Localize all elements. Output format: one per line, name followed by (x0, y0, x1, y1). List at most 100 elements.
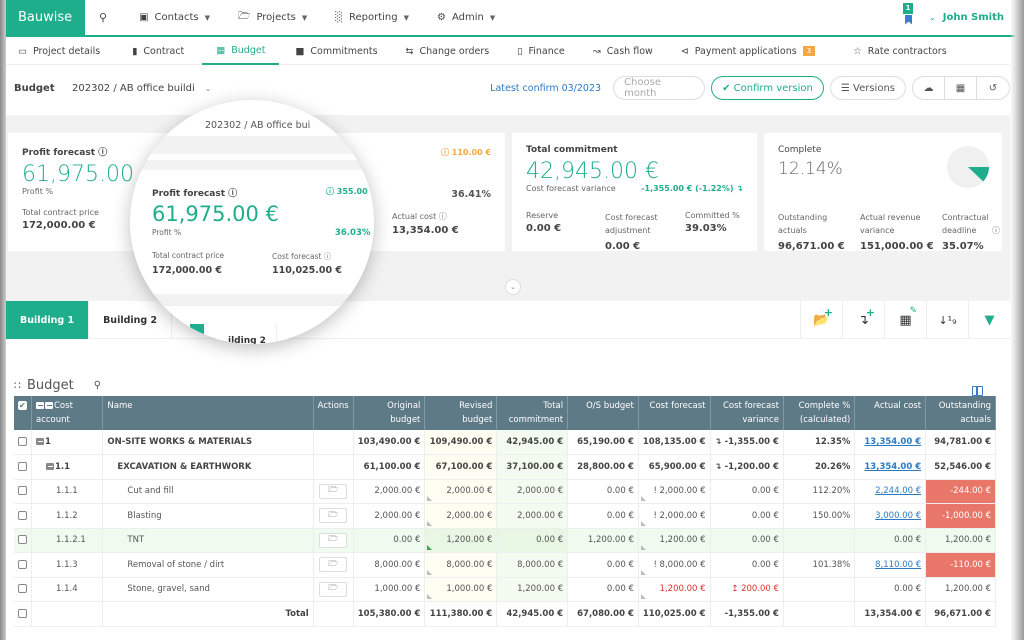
row-checkbox[interactable] (18, 486, 27, 496)
table-row[interactable]: 1.1.2 Blasting 🗁 2,000.00 € 2,000.00 € 2… (14, 503, 996, 529)
warning-icon: ⓘ (440, 148, 449, 157)
header-revised-budget[interactable]: Revised budget (424, 396, 498, 430)
table-total-row: Total 105,380.00 € 111,380.00 € 42,945.0… (14, 601, 996, 627)
latest-confirm-link[interactable]: Latest confirm 03/2023 (490, 83, 601, 94)
info-icon[interactable]: ⓘ (992, 226, 1000, 235)
add-row-button[interactable]: ↴ + (842, 301, 884, 339)
nav-contacts[interactable]: ▣ Contacts ▼ (139, 12, 210, 23)
actual-cost-link[interactable]: 8,110.00 € (875, 560, 921, 570)
sort-button[interactable]: ↓¹₉ (926, 301, 968, 339)
collapse-summary-button[interactable]: ⌄ (505, 279, 521, 295)
open-folder-button[interactable]: 🗁 (319, 508, 348, 524)
nav-projects[interactable]: 🗁 Projects ▼ (238, 9, 307, 26)
info-icon[interactable]: ⓘ (98, 148, 107, 158)
header-cost-account[interactable]: Cost account (31, 396, 104, 430)
table-row[interactable]: 1.1.3 Removal of stone / dirt 🗁 8,000.00… (14, 552, 996, 578)
info-icon[interactable]: ⓘ (439, 212, 447, 221)
open-folder-button[interactable]: 🗁 (319, 483, 348, 499)
search-icon[interactable]: ⚲ (94, 380, 101, 391)
nav-admin[interactable]: ⚙ Admin ▼ (437, 12, 495, 23)
row-checkbox[interactable] (18, 559, 27, 569)
grid-icon: ∷ (14, 379, 21, 392)
tab-change-orders[interactable]: ⇆ Change orders (394, 38, 502, 65)
history-icon[interactable]: ↺ (977, 76, 1009, 100)
table-row[interactable]: 1.1.2.1 TNT 🗁 0.00 € 1,200.00 € 0.00 € 1… (14, 528, 996, 553)
notification-badge: 1 (903, 2, 914, 14)
header-outstanding-actuals[interactable]: Outstanding actuals (925, 396, 996, 430)
row-checkbox[interactable] (18, 535, 27, 545)
caret-down-icon: ▼ (489, 13, 496, 22)
tab-cash-flow[interactable]: ↝ Cash flow (581, 38, 665, 65)
table-row[interactable]: 1.1.4 Stone, gravel, sand 🗁 1,000.00 € 1… (14, 577, 996, 602)
open-folder-button[interactable]: 🗁 (319, 581, 348, 597)
tab-budget[interactable]: ▦ Budget (202, 38, 280, 65)
brand-logo[interactable]: Bauwise (0, 0, 85, 35)
actual-cost-link[interactable]: 13,354.00 € (864, 437, 921, 447)
collapse-icon[interactable] (45, 402, 53, 409)
tab-finance[interactable]: ▯ Finance (505, 38, 577, 65)
edit-table-button[interactable]: ▦ ✎ (884, 301, 926, 339)
table-icon[interactable]: ▦ (945, 76, 977, 100)
row-checkbox[interactable] (18, 510, 27, 520)
choose-month-input[interactable]: Choose month (613, 76, 706, 100)
row-checkbox[interactable] (18, 584, 27, 594)
confirm-version-button[interactable]: ✔ Confirm version (711, 76, 824, 100)
search-icon[interactable]: ⚲ (99, 11, 107, 24)
tab-building-1[interactable]: Building 1 (6, 301, 90, 339)
table-row[interactable]: 1.1 EXCAVATION & EARTHWORK 61,100.00 € 6… (14, 454, 996, 480)
total-commitment-card: Total commitment 42,945.00 € Cost foreca… (512, 133, 757, 252)
check-icon: ✔ (722, 82, 731, 94)
gear-icon: ⚙ (436, 12, 446, 23)
cloud-download-icon[interactable]: ☁ (913, 76, 945, 100)
user-menu[interactable]: ⌄ John Smith (929, 12, 1004, 23)
budget-select[interactable]: 202302 / AB office buildi ⌄ (72, 83, 211, 94)
table-row[interactable]: 1.1.1 Cut and fill 🗁 2,000.00 € 2,000.00… (14, 479, 996, 504)
tab-project-details[interactable]: ▭ Project details (6, 38, 112, 65)
line-chart-icon: ↝ (592, 45, 601, 57)
tab-payment-applications[interactable]: ⊲ Payment applications 3 (669, 38, 827, 65)
actual-cost-link[interactable]: 13,354.00 € (864, 462, 921, 472)
tab-commitments[interactable]: ■ Commitments (283, 38, 389, 65)
complete-card: Complete 12.14% Outstanding actuals 96,67… (764, 133, 1002, 252)
actual-cost-link[interactable]: 3,000.00 € (875, 511, 921, 521)
table-toolbar: 📂 + ↴ + ▦ ✎ ↓¹₉ ▼ (800, 301, 1010, 339)
header-total-commitment[interactable]: Total commitment (496, 396, 569, 430)
filter-button[interactable]: ▼ (968, 301, 1010, 339)
row-checkbox[interactable] (18, 608, 27, 618)
row-checkbox[interactable] (18, 437, 27, 446)
collapse-row-icon[interactable] (36, 438, 44, 445)
export-group: ☁ ▦ ↺ (912, 76, 1010, 100)
total-commitment-value: 42,945.00 € (526, 159, 659, 184)
notification-ribbon-icon[interactable]: 1 (903, 2, 915, 25)
project-subnav: ▭ Project details ▮ Contract ▦ Budget ■ Comm… (6, 38, 1010, 65)
folder-icon: 🗁 (238, 11, 251, 22)
header-cost-forecast[interactable]: Cost forecast (638, 396, 711, 430)
info-icon: ⓘ (228, 189, 238, 199)
header-complete-pct[interactable]: Complete % (calculated) (783, 396, 856, 430)
table-header: Cost account Name Actions Original budge… (14, 396, 996, 430)
budget-table-title: ∷ Budget ⚲ (14, 378, 102, 393)
tab-contract[interactable]: ▮ Contract (120, 38, 196, 65)
header-actions: Actions (313, 396, 354, 430)
header-actual-cost[interactable]: Actual cost (854, 396, 927, 430)
header-os-budget[interactable]: O/S budget (567, 396, 639, 430)
header-name[interactable]: Name (102, 396, 314, 430)
nav-reporting[interactable]: ░ Reporting ▼ (335, 12, 409, 23)
header-original-budget[interactable]: Original budget (353, 396, 426, 430)
collapse-all-icon[interactable] (36, 402, 44, 409)
collapse-row-icon[interactable] (46, 462, 54, 470)
tab-rate-contractors[interactable]: ☆ Rate contractors (841, 38, 958, 65)
open-folder-button[interactable]: 🗁 (319, 557, 348, 573)
row-checkbox[interactable] (18, 461, 27, 471)
address-card-icon: ▣ (139, 12, 149, 23)
header-cost-forecast-variance[interactable]: Cost forecast variance (710, 396, 784, 430)
open-folder-button[interactable]: 🗁 (319, 532, 348, 548)
book-icon: ▯ (517, 45, 523, 57)
columns-icon[interactable] (972, 386, 983, 396)
versions-button[interactable]: ☰ Versions (829, 76, 906, 100)
select-all-checkbox[interactable] (14, 396, 32, 430)
table-row[interactable]: 1 ON-SITE WORKS & MATERIALS 103,490.00 €… (14, 430, 996, 455)
bar-chart-icon: ░ (335, 12, 343, 23)
actual-cost-link[interactable]: 2,244.00 € (875, 486, 921, 496)
add-folder-button[interactable]: 📂 + (800, 301, 842, 339)
